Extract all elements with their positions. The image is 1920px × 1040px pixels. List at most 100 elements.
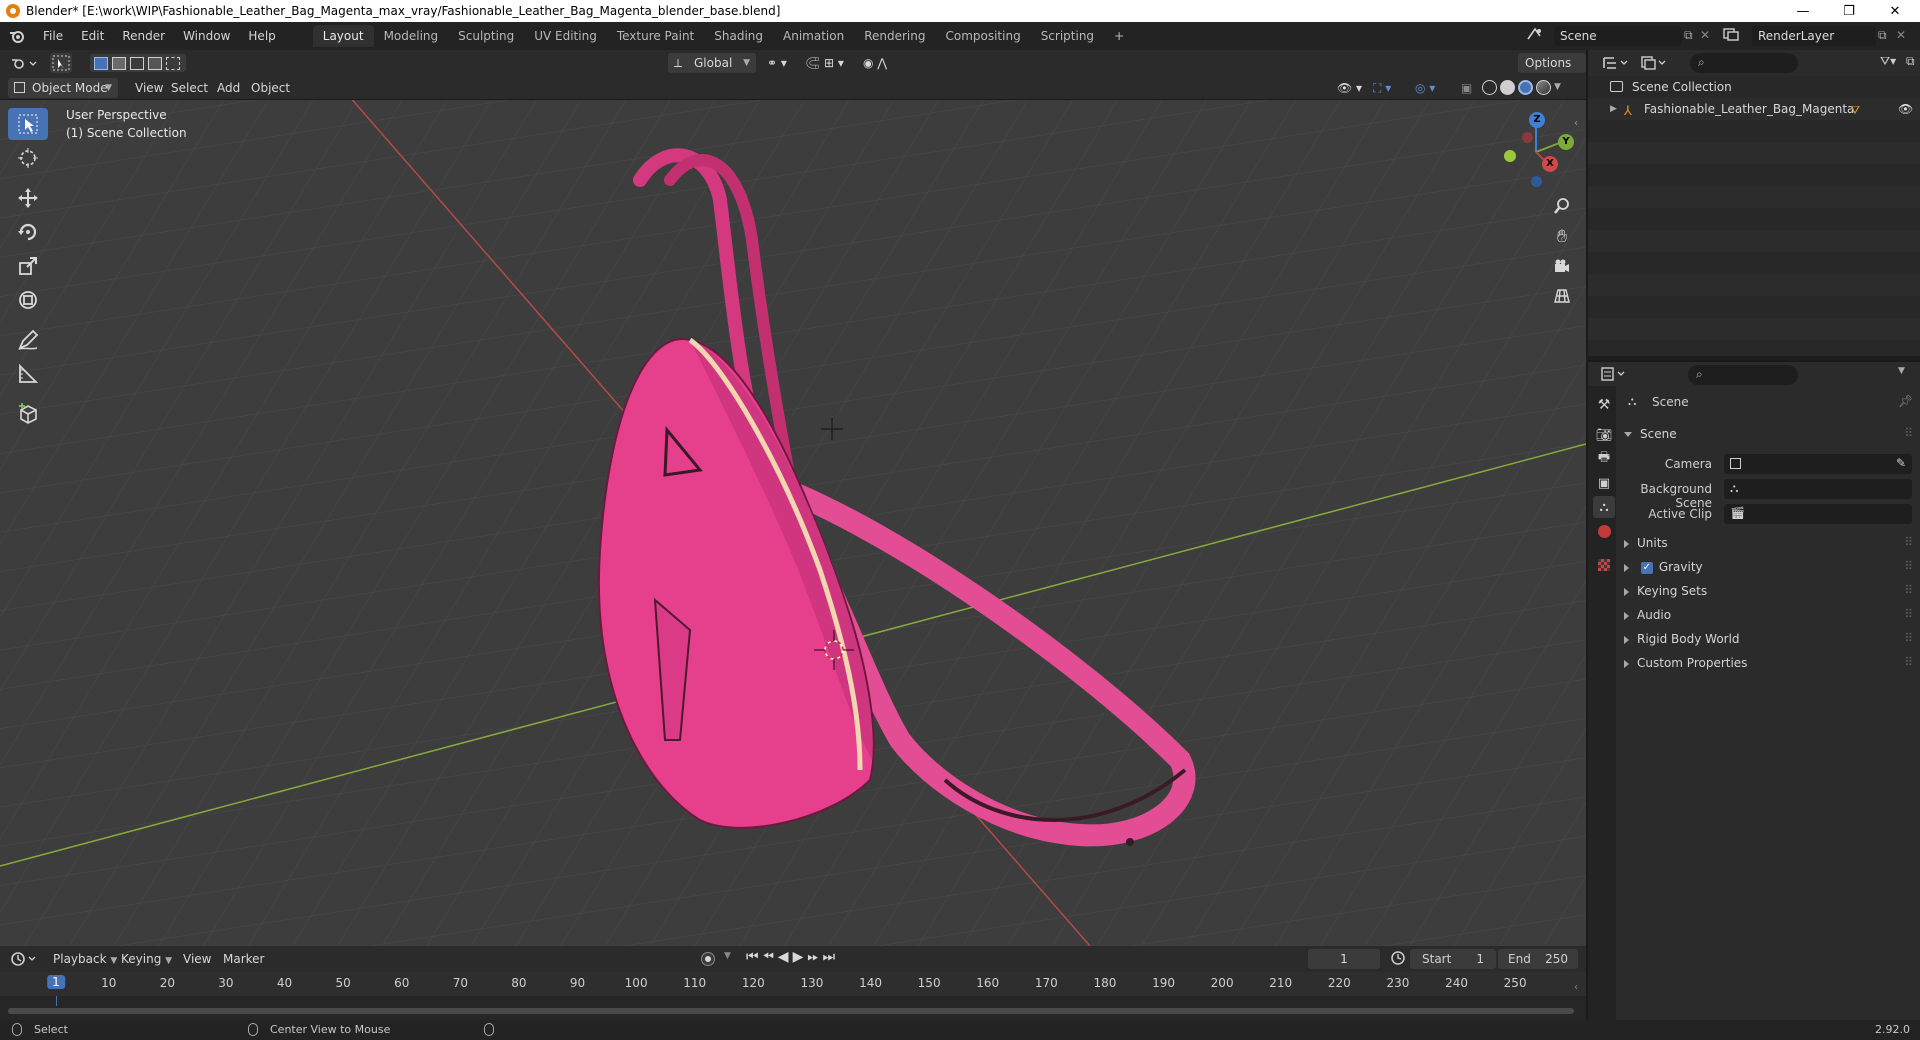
frame-mark[interactable]: 180 <box>1093 976 1116 990</box>
new-collection-icon[interactable]: ⧉ <box>1906 54 1915 69</box>
navigation-gizmo[interactable]: Z Y X <box>1496 112 1576 192</box>
pan-hand-icon[interactable]: ✋︎ <box>1548 222 1576 250</box>
frame-mark[interactable]: 60 <box>394 976 409 990</box>
minimize-button[interactable]: — <box>1780 0 1826 22</box>
gizmo-toggle-icon[interactable]: ⛶ ▾ <box>1366 78 1398 98</box>
measure-tool[interactable] <box>8 358 48 390</box>
frame-mark[interactable]: 10 <box>101 976 116 990</box>
frame-mark[interactable]: 190 <box>1152 976 1175 990</box>
gizmo-z-axis[interactable]: Z <box>1529 112 1545 128</box>
background-scene-field[interactable]: ⛬ <box>1724 479 1912 499</box>
select-new-icon[interactable] <box>94 56 108 70</box>
frame-mark[interactable]: 30 <box>218 976 233 990</box>
properties-search-input[interactable]: ⌕ <box>1688 365 1798 385</box>
blender-menu-icon[interactable] <box>0 29 34 43</box>
drag-handle-icon[interactable]: ⠿ <box>1904 559 1913 573</box>
menu-help[interactable]: Help <box>239 22 284 50</box>
frame-mark[interactable]: 170 <box>1035 976 1058 990</box>
viewport-menu-select[interactable]: Select <box>164 78 215 98</box>
gizmo-x-axis[interactable]: X <box>1542 156 1558 172</box>
playback-controls[interactable]: ⏮︎⏪︎◀︎▶︎⏩︎⏭︎ <box>746 949 839 965</box>
chevron-down-icon[interactable]: ▼ <box>1898 366 1905 376</box>
camera-field[interactable]: ✎ <box>1724 454 1912 474</box>
frame-mark[interactable]: 140 <box>859 976 882 990</box>
output-tab-icon[interactable]: 🖶︎ <box>1593 448 1615 470</box>
xray-toggle-icon[interactable]: ▣ <box>1454 78 1479 98</box>
solid-shading-icon[interactable] <box>1500 80 1515 95</box>
drag-handle-icon[interactable]: ⠿ <box>1904 607 1913 621</box>
gizmo-y-axis[interactable]: Y <box>1558 134 1574 150</box>
frame-ruler[interactable]: 1 10 20 30 40 50 60 70 80 90 100 110 120 130 140 150 160… <box>0 972 1586 996</box>
tab-shading[interactable]: Shading <box>704 25 773 47</box>
filter-icon[interactable]: ⛛▾ <box>1880 54 1896 69</box>
scene-tab-icon[interactable]: ⛬ <box>1593 496 1615 518</box>
world-tab-icon[interactable] <box>1593 520 1615 542</box>
timeline-menu-marker[interactable]: Marker <box>216 949 271 969</box>
frame-mark[interactable]: 210 <box>1269 976 1292 990</box>
frame-mark[interactable]: 250 <box>1504 976 1527 990</box>
gravity-panel-header[interactable]: ✓ Gravity <box>1624 556 1703 578</box>
audio-panel-header[interactable]: Audio <box>1624 604 1671 626</box>
transform-tool[interactable] <box>8 284 48 316</box>
shading-mode-group[interactable]: ▼ <box>1482 80 1561 95</box>
outliner-editor-type-icon[interactable] <box>1602 55 1630 74</box>
pin-icon[interactable]: 📌︎ <box>1898 394 1913 408</box>
timeline-editor-type-icon[interactable] <box>10 951 38 970</box>
frame-mark[interactable]: 220 <box>1328 976 1351 990</box>
drag-handle-icon[interactable]: ⠿ <box>1904 583 1913 597</box>
tab-compositing[interactable]: Compositing <box>935 25 1030 47</box>
view-layer-tab-icon[interactable]: ▣ <box>1593 472 1615 494</box>
rigid-body-world-panel-header[interactable]: Rigid Body World <box>1624 628 1740 650</box>
zoom-icon[interactable] <box>1548 192 1576 220</box>
rotate-tool[interactable] <box>8 216 48 248</box>
viewport-menu-object[interactable]: Object <box>244 78 297 98</box>
selection-mode-group[interactable] <box>90 54 186 72</box>
menu-edit[interactable]: Edit <box>72 22 113 50</box>
gizmo-neg-y-axis[interactable] <box>1504 150 1516 162</box>
timeline-scrollbar[interactable] <box>8 1008 1574 1014</box>
gizmo-neg-x-axis[interactable] <box>1522 132 1533 143</box>
scene-selector[interactable]: Scene <box>1554 26 1682 46</box>
active-clip-field[interactable]: 🎬︎ <box>1724 504 1912 524</box>
maximize-button[interactable]: ❐ <box>1826 0 1872 22</box>
viewport-menu-add[interactable]: Add <box>210 78 247 98</box>
move-tool[interactable] <box>8 182 48 214</box>
frame-mark[interactable]: 40 <box>277 976 292 990</box>
drag-handle-icon[interactable]: ⠿ <box>1904 631 1913 645</box>
gravity-checkbox[interactable]: ✓ <box>1640 561 1653 574</box>
scale-tool[interactable] <box>8 250 48 282</box>
frame-mark[interactable]: 50 <box>335 976 350 990</box>
wireframe-shading-icon[interactable] <box>1482 80 1497 95</box>
tab-sculpting[interactable]: Sculpting <box>448 25 524 47</box>
frame-mark[interactable]: 200 <box>1211 976 1234 990</box>
timeline-body[interactable]: 1 10 20 30 40 50 60 70 80 90 100 110 120 130 140 150 160… <box>0 972 1586 1020</box>
start-frame-field[interactable]: Start 1 <box>1410 949 1496 969</box>
current-frame-field[interactable]: 1 <box>1308 949 1380 969</box>
end-frame-field[interactable]: End 250 <box>1498 949 1578 969</box>
custom-properties-panel-header[interactable]: Custom Properties <box>1624 652 1747 674</box>
frame-mark[interactable]: 160 <box>976 976 999 990</box>
menu-window[interactable]: Window <box>174 22 239 50</box>
properties-editor-type-icon[interactable] <box>1600 366 1628 385</box>
tab-texture-paint[interactable]: Texture Paint <box>607 25 704 47</box>
options-dropdown[interactable]: Options ▼ <box>1518 53 1586 90</box>
frame-mark[interactable]: 230 <box>1386 976 1409 990</box>
tab-animation[interactable]: Animation <box>773 25 854 47</box>
gizmo-neg-z-axis[interactable] <box>1531 176 1542 187</box>
add-cube-tool[interactable] <box>8 398 48 430</box>
record-keyframe-icon[interactable] <box>701 952 715 966</box>
timeline-menu-view[interactable]: View <box>176 949 218 969</box>
select-intersect-icon[interactable] <box>166 56 180 70</box>
current-frame-marker[interactable]: 1 <box>47 975 65 989</box>
add-workspace-button[interactable]: + <box>1104 25 1134 47</box>
frame-mark[interactable]: 150 <box>918 976 941 990</box>
overlay-toggle-icon[interactable]: ◎ ▾ <box>1408 78 1442 98</box>
select-extend-icon[interactable] <box>112 56 126 70</box>
drag-handle-icon[interactable]: ⠿ <box>1904 426 1913 440</box>
display-mode-icon[interactable] <box>1640 55 1668 74</box>
render-tab-icon[interactable]: 📷︎ <box>1593 424 1615 446</box>
select-tool-icon[interactable] <box>50 53 72 73</box>
camera-view-icon[interactable] <box>1548 252 1576 280</box>
outliner-search-input[interactable]: ⌕ <box>1690 53 1798 73</box>
3d-viewport[interactable]: User Perspective (1) Scene Collection Z … <box>0 100 1586 946</box>
